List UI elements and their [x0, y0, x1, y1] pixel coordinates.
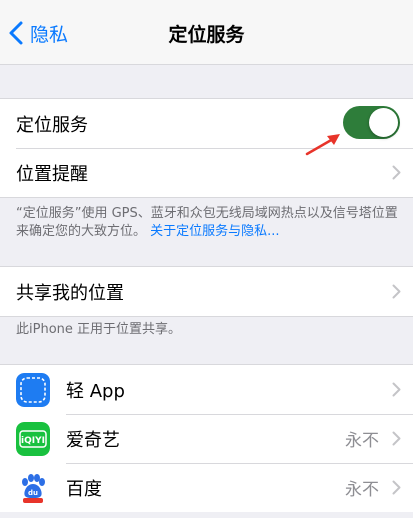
chevron-right-icon: [392, 284, 401, 299]
location-alerts-label: 位置提醒: [16, 163, 88, 185]
location-settings-group: 定位服务 位置提醒: [0, 98, 413, 198]
chevron-right-icon: [392, 431, 401, 446]
privacy-link[interactable]: 关于定位服务与隐私...: [150, 224, 279, 239]
chevron-right-icon: [392, 480, 401, 495]
app-name: 爱奇艺: [66, 429, 120, 451]
baidu-icon: du: [16, 470, 50, 505]
toggle-knob: [369, 108, 398, 137]
app-name: 轻 App: [66, 380, 125, 402]
svg-text:iQIYI: iQIYI: [21, 436, 45, 446]
share-location-row[interactable]: 共享我的位置: [0, 267, 413, 316]
app-location-permission: 永不: [345, 480, 379, 500]
svg-text:du: du: [28, 489, 38, 497]
location-services-row: 定位服务: [0, 99, 413, 148]
chevron-right-icon: [392, 382, 401, 397]
location-alerts-row[interactable]: 位置提醒: [0, 148, 413, 197]
share-location-label: 共享我的位置: [16, 282, 124, 304]
page-title: 定位服务: [168, 24, 245, 46]
chevron-right-icon: [392, 165, 401, 180]
apps-group: 轻 App iQIYI 爱奇艺 永不 du 百度 永不: [0, 364, 413, 512]
app-row-baidu[interactable]: du 百度 永不: [0, 463, 413, 512]
app-location-permission: 永不: [345, 431, 379, 451]
app-name: 百度: [66, 478, 102, 500]
navigation-bar: 隐私 定位服务: [0, 0, 413, 65]
app-row-iqiyi[interactable]: iQIYI 爱奇艺 永不: [0, 414, 413, 463]
location-services-label: 定位服务: [16, 114, 88, 136]
app-row-light-app[interactable]: 轻 App: [0, 365, 413, 414]
share-footer: 此iPhone 正用于位置共享。: [16, 322, 182, 337]
light-app-icon: [16, 372, 50, 407]
iqiyi-icon: iQIYI: [16, 421, 50, 456]
location-services-toggle[interactable]: [343, 106, 400, 139]
location-footer: “定位服务”使用 GPS、蓝牙和众包无线局域网热点以及信号塔位置来确定您的大致方…: [16, 205, 399, 241]
annotation-arrow-icon: [305, 134, 340, 156]
share-location-group: 共享我的位置: [0, 266, 413, 317]
